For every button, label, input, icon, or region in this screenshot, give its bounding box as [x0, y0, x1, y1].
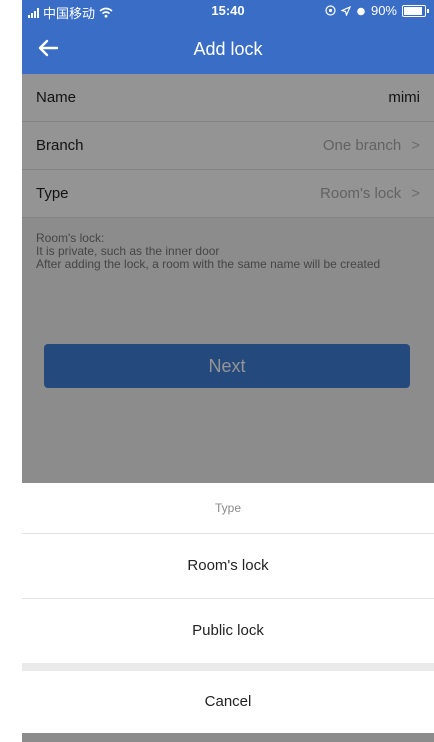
battery-icon — [402, 4, 429, 17]
cancel-button[interactable]: Cancel — [22, 671, 434, 733]
app-screen: 中国移动 15:40 90% Add lock Name mimi Branch… — [22, 0, 434, 742]
status-bar: 中国移动 15:40 90% — [22, 0, 434, 22]
nav-bar: Add lock — [22, 22, 434, 74]
page-title: Add lock — [193, 39, 263, 59]
status-right-group: 90% — [325, 3, 429, 18]
location-lock-icon — [325, 5, 336, 16]
action-sheet-title: Type — [22, 483, 434, 534]
action-sheet-options: Type Room's lock Public lock — [22, 483, 434, 663]
type-action-sheet: Type Room's lock Public lock Cancel — [22, 483, 434, 742]
location-arrow-icon — [340, 5, 351, 16]
option-rooms-lock[interactable]: Room's lock — [22, 534, 434, 599]
option-public-lock[interactable]: Public lock — [22, 599, 434, 663]
battery-percent: 90% — [370, 3, 397, 18]
alarm-icon — [357, 7, 365, 15]
action-sheet-divider — [22, 663, 434, 671]
